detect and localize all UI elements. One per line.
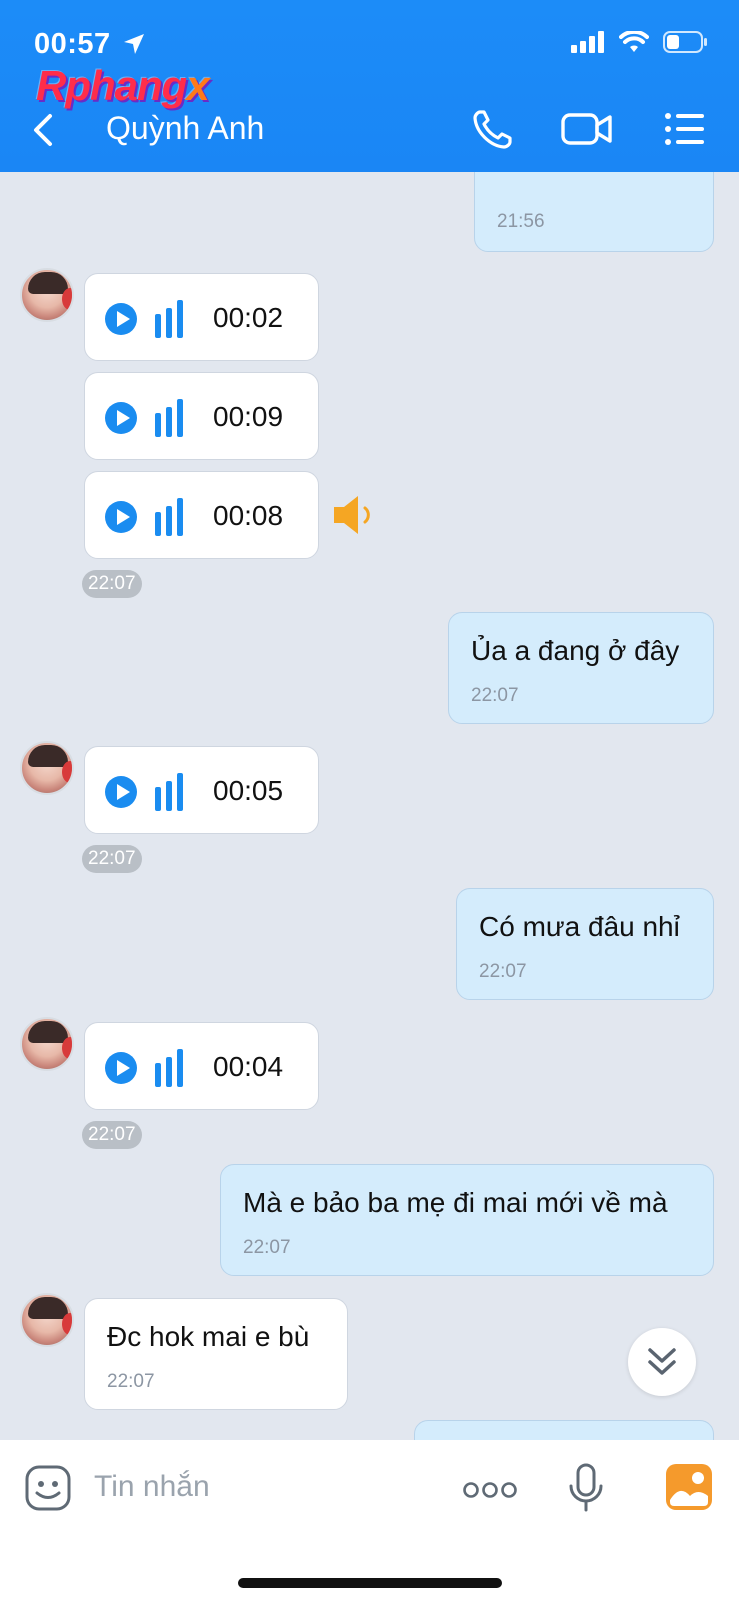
voice-duration: 00:09 xyxy=(213,401,284,432)
speaker-icon[interactable] xyxy=(332,493,378,537)
message-bubble-sent[interactable]: Ủa a đang ở đây 22:07 xyxy=(448,612,714,724)
voice-duration: 00:04 xyxy=(213,1051,284,1082)
message-time: 22:07 xyxy=(243,1237,291,1258)
watermark-logo: Rphangx xyxy=(36,62,210,109)
time-pill: 22:07 xyxy=(82,570,142,598)
message-bubble-sent[interactable]: Mà e bảo ba mẹ đi mai mới về mà 22:07 xyxy=(220,1164,714,1276)
more-options-icon[interactable] xyxy=(462,1480,518,1500)
location-arrow-icon xyxy=(124,34,144,54)
time-pill: 22:07 xyxy=(82,845,142,873)
message-input-bar: Tin nhắn xyxy=(0,1440,739,1600)
voice-duration: 00:08 xyxy=(213,500,284,531)
voice-message[interactable]: 00:04 xyxy=(84,1022,319,1110)
battery-icon xyxy=(663,31,707,53)
contact-avatar[interactable] xyxy=(20,1293,74,1347)
message-text: Mà e bảo ba mẹ đi mai mới về mà xyxy=(243,1187,668,1218)
audio-waveform-icon xyxy=(155,1049,189,1087)
voice-message[interactable]: 00:05 xyxy=(84,746,319,834)
emoji-sticker-icon[interactable] xyxy=(24,1464,72,1512)
voice-message[interactable]: 00:08 xyxy=(84,471,319,559)
play-icon[interactable] xyxy=(105,501,137,533)
message-bubble-received[interactable]: Đc hok mai e bù 22:07 xyxy=(84,1298,348,1410)
message-time: 22:07 xyxy=(471,685,519,706)
audio-waveform-icon xyxy=(155,773,189,811)
status-icons xyxy=(571,30,709,54)
message-time: 21:56 xyxy=(497,211,545,232)
double-chevron-down-icon xyxy=(648,1348,676,1375)
microphone-icon[interactable] xyxy=(566,1462,606,1514)
play-icon[interactable] xyxy=(105,1052,137,1084)
message-input[interactable]: Tin nhắn xyxy=(94,1470,210,1504)
wifi-icon xyxy=(619,31,649,52)
play-icon[interactable] xyxy=(105,776,137,808)
scroll-to-bottom-button[interactable] xyxy=(628,1328,696,1396)
gallery-icon[interactable] xyxy=(664,1462,714,1512)
message-time: 22:07 xyxy=(479,961,527,982)
back-button[interactable] xyxy=(28,110,58,150)
home-indicator xyxy=(238,1578,502,1588)
voice-duration: 00:05 xyxy=(213,775,284,806)
menu-list-icon[interactable] xyxy=(662,106,708,152)
status-time: 00:57 xyxy=(34,28,111,60)
chat-header: 00:57 Rphangx Quỳnh Anh xyxy=(0,0,739,172)
voice-message[interactable]: 00:02 xyxy=(84,273,319,361)
audio-waveform-icon xyxy=(155,300,189,338)
voice-message[interactable]: 00:09 xyxy=(84,372,319,460)
play-icon[interactable] xyxy=(105,402,137,434)
contact-avatar[interactable] xyxy=(20,268,74,322)
signal-icon xyxy=(571,31,604,53)
audio-waveform-icon xyxy=(155,399,189,437)
play-icon[interactable] xyxy=(105,303,137,335)
video-call-icon[interactable] xyxy=(560,106,614,152)
time-pill: 22:07 xyxy=(82,1121,142,1149)
contact-avatar[interactable] xyxy=(20,741,74,795)
message-bubble-sent[interactable]: Có mưa đâu nhỉ 22:07 xyxy=(456,888,714,1000)
phone-call-icon[interactable] xyxy=(470,106,516,152)
audio-waveform-icon xyxy=(155,498,189,536)
contact-name[interactable]: Quỳnh Anh xyxy=(106,110,264,147)
message-text: Có mưa đâu nhỉ xyxy=(479,911,680,942)
message-time: 22:07 xyxy=(107,1371,155,1392)
message-text: Đc hok mai e bù xyxy=(107,1321,310,1352)
message-text: Ủa a đang ở đây xyxy=(471,635,680,666)
contact-avatar[interactable] xyxy=(20,1017,74,1071)
voice-duration: 00:02 xyxy=(213,302,284,333)
